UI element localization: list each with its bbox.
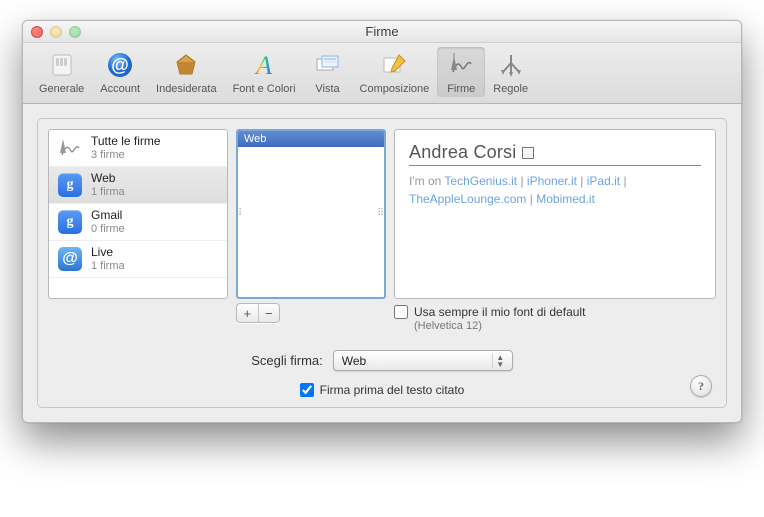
- before-quoted-label: Firma prima del testo citato: [320, 383, 465, 397]
- add-remove-group: + −: [236, 303, 280, 323]
- signature-body: I'm on TechGenius.it | iPhoner.it | iPad…: [409, 172, 701, 208]
- zoom-button[interactable]: [69, 26, 81, 38]
- tab-regole[interactable]: Regole: [485, 47, 536, 97]
- default-font-checkbox-row[interactable]: Usa sempre il mio font di default: [394, 305, 716, 319]
- signature-preview[interactable]: Andrea Corsi I'm on TechGenius.it | iPho…: [394, 129, 716, 299]
- resize-grip-icon: ⠿: [236, 212, 245, 216]
- default-font-subtext: (Helvetica 12): [414, 320, 716, 332]
- pen-icon: [57, 135, 83, 161]
- signature-link[interactable]: TechGenius.it: [444, 174, 517, 188]
- at-icon: @: [104, 49, 136, 81]
- default-font-label: Usa sempre il mio font di default: [414, 305, 585, 319]
- titlebar: Firme: [23, 21, 741, 43]
- rules-icon: [495, 49, 527, 81]
- account-name: Live: [91, 246, 125, 259]
- signature-link[interactable]: iPhoner.it: [527, 174, 577, 188]
- account-name: Gmail: [91, 209, 125, 222]
- choose-signature-value: Web: [342, 354, 366, 368]
- account-item[interactable]: g Web1 firma: [49, 167, 227, 204]
- compose-icon: [378, 49, 410, 81]
- signature-link[interactable]: TheAppleLounge.com: [409, 192, 526, 206]
- account-item[interactable]: @ Live1 firma: [49, 241, 227, 278]
- default-font-checkbox[interactable]: [394, 305, 408, 319]
- account-item[interactable]: Tutte le firme3 firme: [49, 130, 227, 167]
- tab-font[interactable]: A Font e Colori: [225, 47, 304, 97]
- account-count: 1 firma: [91, 260, 125, 272]
- tab-firme[interactable]: Firme: [437, 47, 485, 97]
- tab-indesiderata[interactable]: Indesiderata: [148, 47, 225, 97]
- window-controls: [31, 26, 81, 38]
- preferences-window: Firme Generale @ Account Indesiderata A: [22, 20, 742, 423]
- account-count: 0 firme: [91, 223, 125, 235]
- resize-grip-icon: ⠿: [377, 212, 386, 216]
- view-icon: [312, 49, 344, 81]
- choose-signature-select[interactable]: Web ▲▼: [333, 350, 513, 371]
- svg-text:@: @: [111, 55, 129, 75]
- svg-text:A: A: [254, 51, 272, 80]
- choose-signature-row: Scegli firma: Web ▲▼: [251, 350, 513, 371]
- google-icon: g: [57, 209, 83, 235]
- minimize-button[interactable]: [50, 26, 62, 38]
- junk-icon: [170, 49, 202, 81]
- before-quoted-checkbox[interactable]: [300, 383, 314, 397]
- content-area: Tutte le firme3 firmegWeb1 firmagGmail0 …: [23, 104, 741, 422]
- tab-generale[interactable]: Generale: [31, 47, 92, 97]
- google-icon: g: [57, 172, 83, 198]
- signature-link[interactable]: Mobimed.it: [536, 192, 595, 206]
- account-count: 3 firme: [91, 149, 161, 161]
- signature-link[interactable]: iPad.it: [587, 174, 620, 188]
- signatures-list[interactable]: Web ⠿ ⠿: [236, 129, 386, 299]
- select-arrows-icon: ▲▼: [492, 353, 508, 368]
- signatures-panel: Tutte le firme3 firmegWeb1 firmagGmail0 …: [37, 118, 727, 408]
- before-quoted-checkbox-row[interactable]: Firma prima del testo citato: [300, 383, 465, 397]
- window-title: Firme: [23, 24, 741, 39]
- account-count: 1 firma: [91, 186, 125, 198]
- preferences-toolbar: Generale @ Account Indesiderata A Font e…: [23, 43, 741, 104]
- signature-item[interactable]: Web: [238, 131, 384, 147]
- add-signature-button[interactable]: +: [237, 304, 259, 322]
- help-button[interactable]: ?: [690, 375, 712, 397]
- tab-composizione[interactable]: Composizione: [352, 47, 438, 97]
- switch-icon: [46, 49, 78, 81]
- close-button[interactable]: [31, 26, 43, 38]
- accounts-list[interactable]: Tutte le firme3 firmegWeb1 firmagGmail0 …: [48, 129, 228, 299]
- font-icon: A: [248, 49, 280, 81]
- signature-icon: [445, 49, 477, 81]
- signature-name-line: Andrea Corsi: [409, 142, 701, 166]
- account-name: Web: [91, 172, 125, 185]
- account-item[interactable]: g Gmail0 firme: [49, 204, 227, 241]
- choose-signature-label: Scegli firma:: [251, 353, 323, 368]
- tab-account[interactable]: @ Account: [92, 47, 148, 97]
- account-name: Tutte le firme: [91, 135, 161, 148]
- at-icon: @: [57, 246, 83, 272]
- tab-vista[interactable]: Vista: [304, 47, 352, 97]
- remove-signature-button[interactable]: −: [259, 304, 280, 322]
